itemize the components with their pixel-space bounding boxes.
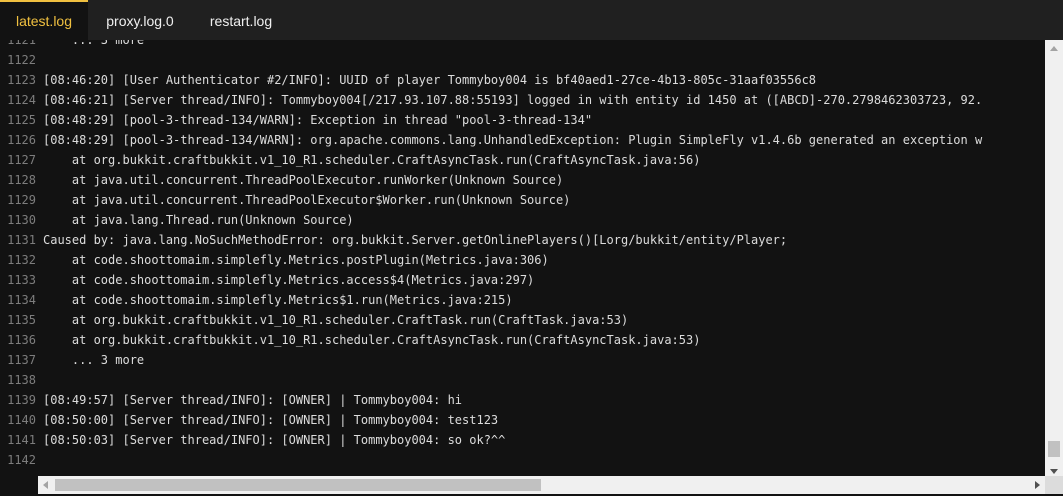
line-number: 1127 [7,153,36,167]
log-line: at code.shoottomaim.simplefly.Metrics.ac… [43,273,535,287]
line-number: 1142 [7,453,36,467]
line-number: 1136 [7,333,36,347]
log-line: at org.bukkit.craftbukkit.v1_10_R1.sched… [43,153,701,167]
line-number: 1134 [7,293,36,307]
scroll-left-arrow-icon[interactable] [43,481,48,489]
scroll-right-arrow-icon[interactable] [1035,481,1040,489]
line-number: 1128 [7,173,36,187]
line-number: 1129 [7,193,36,207]
tab-proxy-log[interactable]: proxy.log.0 [88,0,192,40]
log-line: [08:50:03] [Server thread/INFO]: [OWNER]… [43,433,506,447]
line-number: 1141 [7,433,36,447]
log-line: at java.util.concurrent.ThreadPoolExecut… [43,193,571,207]
log-line: at code.shoottomaim.simplefly.Metrics.po… [43,253,549,267]
log-line: [08:48:29] [pool-3-thread-134/WARN]: org… [43,133,983,147]
line-number: 1132 [7,253,36,267]
log-line: [08:50:00] [Server thread/INFO]: [OWNER]… [43,413,499,427]
log-line: [08:49:57] [Server thread/INFO]: [OWNER]… [43,393,463,407]
horizontal-scrollbar[interactable] [38,476,1045,494]
vertical-scroll-thumb[interactable] [1048,441,1060,457]
log-line: at org.bukkit.craftbukkit.v1_10_R1.sched… [43,313,629,327]
line-number: 1123 [7,73,36,87]
log-line: ... 3 more [43,40,145,47]
vertical-scrollbar[interactable] [1045,40,1063,480]
line-number: 1124 [7,93,36,107]
line-number: 1125 [7,113,36,127]
log-line: [08:48:29] [pool-3-thread-134/WARN]: Exc… [43,113,593,127]
log-viewer[interactable]: 1121 ... 3 more 1122 1123 [08:46:20] [User … [0,40,1063,496]
scrollbar-corner [1045,476,1063,494]
log-line: at java.lang.Thread.run(Unknown Source) [43,213,354,227]
line-number: 1135 [7,313,36,327]
line-number: 1138 [7,373,36,387]
scroll-up-arrow-icon[interactable] [1050,46,1058,51]
log-line: at org.bukkit.craftbukkit.v1_10_R1.sched… [43,333,701,347]
line-number: 1137 [7,353,36,367]
line-number: 1140 [7,413,36,427]
line-number: 1122 [7,53,36,67]
scroll-down-arrow-icon[interactable] [1050,469,1058,474]
tab-latest-log[interactable]: latest.log [0,0,88,40]
line-number: 1130 [7,213,36,227]
log-line: at java.util.concurrent.ThreadPoolExecut… [43,173,564,187]
line-number: 1139 [7,393,36,407]
log-line: at code.shoottomaim.simplefly.Metrics$1.… [43,293,513,307]
line-number: 1131 [7,233,36,247]
horizontal-scroll-thumb[interactable] [55,479,541,491]
tab-bar: latest.log proxy.log.0 restart.log [0,0,1063,41]
line-number: 1133 [7,273,36,287]
log-line: ... 3 more [43,353,145,367]
line-number: 1121 [7,40,36,47]
log-line: Caused by: java.lang.NoSuchMethodError: … [43,233,788,247]
line-number: 1126 [7,133,36,147]
log-line: [08:46:21] [Server thread/INFO]: Tommybo… [43,93,983,107]
log-line: [08:46:20] [User Authenticator #2/INFO]:… [43,73,817,87]
tab-restart-log[interactable]: restart.log [192,0,290,40]
